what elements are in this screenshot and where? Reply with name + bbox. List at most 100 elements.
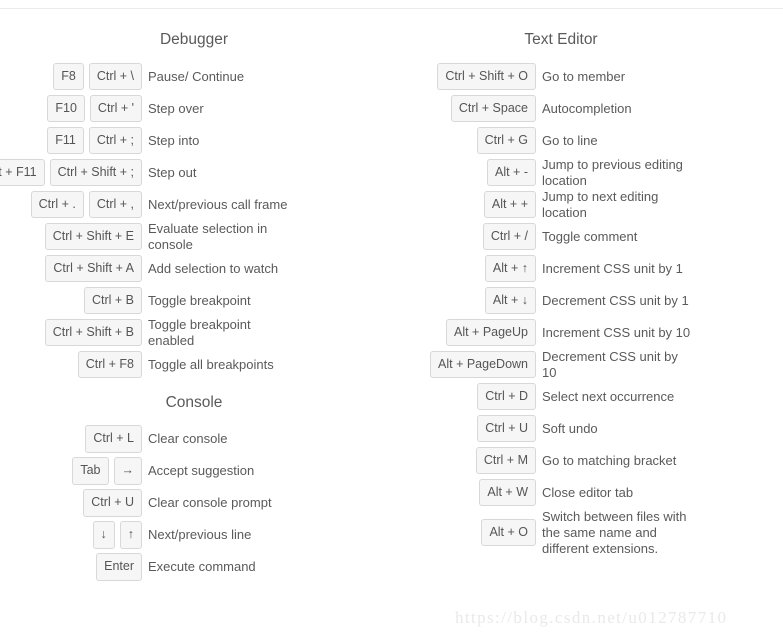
- key-cap[interactable]: Alt + PageUp: [445, 318, 536, 347]
- key-cap[interactable]: Ctrl + Space: [450, 94, 536, 123]
- key-cap[interactable]: Alt + ↓: [484, 286, 536, 315]
- key-cap[interactable]: Shift + F11: [0, 158, 45, 187]
- key-cap[interactable]: Alt + -: [487, 158, 536, 187]
- shortcut-row: Ctrl + U Clear console prompt: [0, 487, 400, 519]
- shortcut-description: Jump to next editing location: [542, 188, 659, 220]
- shortcut-description: Select next occurrence: [542, 388, 675, 404]
- key-group: Ctrl + Shift + A: [0, 254, 142, 283]
- key-cap[interactable]: Ctrl + U: [83, 489, 142, 517]
- key-cap[interactable]: Ctrl + B: [83, 286, 142, 315]
- shortcut-row: Ctrl + U Soft undo: [400, 413, 783, 445]
- shortcut-row: Ctrl + D Select next occurrence: [400, 381, 783, 413]
- key-group: Alt + +: [400, 190, 536, 219]
- key-cap[interactable]: Alt + ↑: [484, 254, 536, 283]
- section-title: Debugger: [159, 31, 229, 48]
- shortcut-row: Ctrl + M Go to matching bracket: [400, 445, 783, 477]
- key-cap[interactable]: Ctrl + ;: [88, 126, 142, 155]
- shortcut-row: Ctrl + Shift + O Go to member: [400, 61, 783, 93]
- key-cap[interactable]: Alt + PageDown: [430, 350, 536, 379]
- shortcut-row: Alt + W Close editor tab: [400, 477, 783, 509]
- shortcut-description: Pause/ Continue: [148, 68, 245, 84]
- key-cap[interactable]: ↓: [92, 521, 115, 549]
- key-cap[interactable]: Ctrl + L: [85, 425, 142, 453]
- key-cap[interactable]: ↑: [119, 521, 142, 549]
- key-cap[interactable]: Ctrl + M: [475, 446, 536, 475]
- key-cap[interactable]: →: [113, 457, 142, 485]
- shortcut-description: Step over: [148, 100, 204, 116]
- shortcut-row: Ctrl + F8 Toggle all breakpoints: [0, 349, 400, 381]
- key-group: Ctrl + G: [400, 126, 536, 155]
- key-cap[interactable]: Ctrl + .: [30, 190, 84, 219]
- key-cap[interactable]: Enter: [96, 553, 142, 581]
- key-cap[interactable]: F10: [47, 94, 85, 123]
- key-group: Ctrl + U: [0, 489, 142, 517]
- key-group: F10 Ctrl + ': [0, 94, 142, 123]
- key-cap[interactable]: F8: [53, 62, 84, 91]
- key-cap[interactable]: Ctrl + F8: [77, 350, 142, 379]
- shortcut-description: Clear console: [148, 431, 228, 446]
- key-group: Ctrl + F8: [0, 350, 142, 379]
- section-title: Console: [165, 393, 223, 411]
- key-cap[interactable]: Ctrl + Shift + E: [44, 222, 142, 251]
- shortcut-description: Clear console prompt: [148, 495, 272, 510]
- key-group: Ctrl + /: [400, 222, 536, 251]
- key-cap[interactable]: Alt + O: [481, 518, 536, 547]
- key-cap[interactable]: Ctrl + Shift + A: [45, 254, 142, 283]
- shortcut-description: Decrement CSS unit by 10: [542, 348, 678, 380]
- key-cap[interactable]: Ctrl + \: [88, 62, 142, 91]
- key-cap[interactable]: F11: [47, 126, 84, 155]
- key-cap[interactable]: Ctrl + /: [482, 222, 536, 251]
- key-group: Ctrl + M: [400, 446, 536, 475]
- key-group: Alt + -: [400, 158, 536, 187]
- key-group: Alt + W: [400, 478, 536, 507]
- key-group: Alt + ↑: [400, 254, 536, 283]
- key-group: Ctrl + Shift + E: [0, 222, 142, 251]
- shortcut-description: Increment CSS unit by 10: [542, 324, 691, 340]
- shortcut-description: Soft undo: [542, 420, 598, 436]
- shortcut-description: Increment CSS unit by 1: [542, 260, 683, 276]
- key-group: F11 Ctrl + ;: [0, 126, 142, 155]
- shortcut-description: Toggle breakpoint: [148, 292, 251, 308]
- key-group: Ctrl + Shift + B: [0, 318, 142, 347]
- shortcut-row: Ctrl + . Ctrl + , Next/previous call frame: [0, 189, 400, 221]
- key-group: Alt + PageUp: [400, 318, 536, 347]
- shortcut-description: Next/previous line: [148, 527, 252, 542]
- shortcut-row: Ctrl + / Toggle comment: [400, 221, 783, 253]
- shortcut-row: Alt + ↑ Increment CSS unit by 1: [400, 253, 783, 285]
- shortcut-columns: Debugger F8 Ctrl + \ Pause/ Continue F10 Ctrl…: [0, 18, 783, 583]
- shortcut-row: F8 Ctrl + \ Pause/ Continue: [0, 61, 400, 93]
- shortcut-row: Alt + - Jump to previous editing location: [400, 157, 783, 189]
- key-cap[interactable]: Ctrl + Shift + B: [44, 318, 142, 347]
- shortcut-description: Next/previous call frame: [148, 196, 288, 212]
- key-cap[interactable]: Ctrl + G: [476, 126, 536, 155]
- shortcut-row: Alt + O Switch between files with the sam…: [400, 509, 783, 557]
- shortcut-description: Step out: [148, 164, 197, 180]
- key-group: Alt + PageDown: [400, 350, 536, 379]
- key-cap[interactable]: Alt + +: [483, 190, 536, 219]
- key-group: Ctrl + Space: [400, 94, 536, 123]
- key-cap[interactable]: Ctrl + D: [477, 382, 536, 411]
- key-cap[interactable]: Ctrl + U: [477, 414, 536, 443]
- shortcut-description: Add selection to watch: [148, 260, 279, 276]
- shortcut-description: Toggle breakpoint enabled: [148, 316, 251, 348]
- shortcut-row: Alt + + Jump to next editing location: [400, 189, 783, 221]
- key-cap[interactable]: Ctrl + Shift + ;: [49, 158, 142, 187]
- key-group: ↓ ↑: [0, 521, 142, 549]
- key-group: Tab →: [0, 457, 142, 485]
- shortcut-row: Ctrl + B Toggle breakpoint: [0, 285, 400, 317]
- shortcut-row: F10 Ctrl + ' Step over: [0, 93, 400, 125]
- shortcut-description: Switch between files with the same name …: [542, 508, 687, 556]
- shortcut-row: F11 Ctrl + ; Step into: [0, 125, 400, 157]
- key-group: Ctrl + B: [0, 286, 142, 315]
- key-cap[interactable]: Tab: [72, 457, 109, 485]
- shortcut-description: Toggle comment: [542, 228, 638, 244]
- key-cap[interactable]: Ctrl + ,: [88, 190, 142, 219]
- shortcut-description: Go to matching bracket: [542, 452, 677, 468]
- key-cap[interactable]: Ctrl + ': [89, 94, 142, 123]
- shortcut-row: Ctrl + L Clear console: [0, 423, 400, 455]
- shortcut-row: Shift + F11Ctrl + Shift + ; Step out: [0, 157, 400, 189]
- shortcut-description: Execute command: [148, 559, 256, 574]
- key-cap[interactable]: Ctrl + Shift + O: [437, 62, 536, 91]
- shortcut-row: Ctrl + Space Autocompletion: [400, 93, 783, 125]
- key-cap[interactable]: Alt + W: [479, 478, 536, 507]
